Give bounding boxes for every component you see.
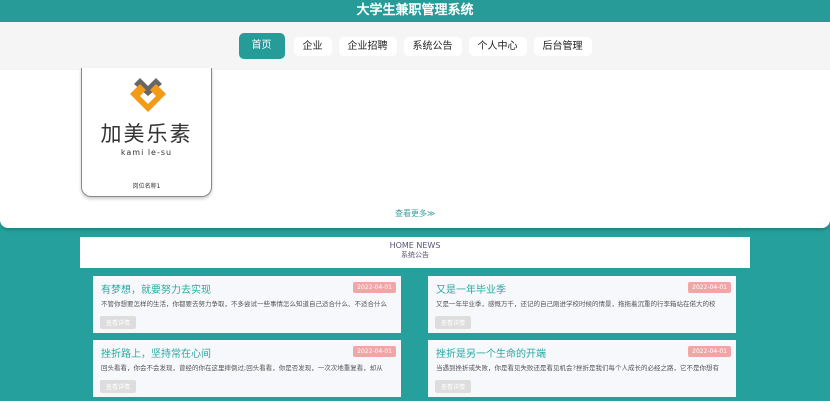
app-title: 大学生兼职管理系统	[0, 0, 830, 22]
news-title[interactable]: 又是一年毕业季	[436, 281, 728, 296]
news-item[interactable]: 又是一年毕业季 2022-04-01 又是一年毕业季，感慨万千，还记的自己刚进学…	[428, 276, 736, 333]
nav-admin[interactable]: 后台管理	[533, 36, 592, 56]
news-item[interactable]: 挫折路上，坚持常在心间 2022-04-01 回头看看，你会不会发现，曾经的你在…	[93, 340, 401, 397]
job-card[interactable]: 加美乐素 kami le-su 岗位名称1	[81, 68, 212, 197]
nav-personal-center[interactable]: 个人中心	[468, 36, 527, 56]
job-name: 岗位名称1	[132, 183, 161, 190]
view-details-button[interactable]: 查看详情	[100, 316, 137, 329]
news-item[interactable]: 有梦想，就要努力去实现 2022-04-01 不管你想要怎样的生活，你都要去努力…	[93, 276, 401, 333]
news-title[interactable]: 挫折路上，坚持常在心间	[101, 345, 393, 360]
nav-announcements[interactable]: 系统公告	[403, 36, 462, 56]
brand-name-en: kami le-su	[120, 148, 173, 157]
news-heading-en: HOME NEWS	[389, 241, 441, 250]
news-date: 2022-04-01	[688, 346, 731, 357]
news-content: 回头看看，你会不会发现，曾经的你在这里摔倒过;回头看看，你是否发现，一次次地重复…	[101, 364, 383, 372]
news-heading: HOME NEWS 系统公告	[80, 237, 750, 268]
news-content: 当遇到挫折或失败，你是看见失败还是看见机会?挫折是我们每个人成长的必经之路，它不…	[436, 364, 719, 372]
view-details-button[interactable]: 查看详情	[435, 380, 472, 393]
news-content: 不管你想要怎样的生活，你都要去努力争取，不多尝试一些事情怎么知道自己适合什么、不…	[101, 300, 387, 308]
news-date: 2022-04-01	[688, 282, 731, 293]
news-title[interactable]: 有梦想，就要努力去实现	[101, 281, 393, 296]
nav-company[interactable]: 企业	[293, 36, 332, 56]
news-date: 2022-04-01	[353, 346, 396, 357]
news-date: 2022-04-01	[353, 282, 396, 293]
news-item[interactable]: 挫折是另一个生命的开端 2022-04-01 当遇到挫折或失败，你是看见失败还是…	[428, 340, 736, 397]
news-heading-cn: 系统公告	[401, 251, 429, 259]
view-details-button[interactable]: 查看详情	[100, 380, 137, 393]
brand-name: 加美乐素	[100, 122, 193, 146]
view-more-link[interactable]: 查看更多≫	[395, 208, 435, 219]
news-content: 又是一年毕业季，感慨万千，还记的自己刚进学校时候的情景，拖拖着沉重的行李箱站在偌…	[436, 300, 716, 308]
company-logo-icon	[130, 78, 166, 112]
main-nav: 首页 企业 企业招聘 系统公告 个人中心 后台管理	[0, 22, 830, 70]
news-title[interactable]: 挫折是另一个生命的开端	[436, 345, 728, 360]
view-details-button[interactable]: 查看详情	[435, 316, 472, 329]
jobs-section: 加美乐素 kami le-su 岗位名称1 查看更多≫	[0, 68, 830, 228]
nav-recruitment[interactable]: 企业招聘	[338, 36, 397, 56]
nav-home[interactable]: 首页	[238, 33, 285, 59]
